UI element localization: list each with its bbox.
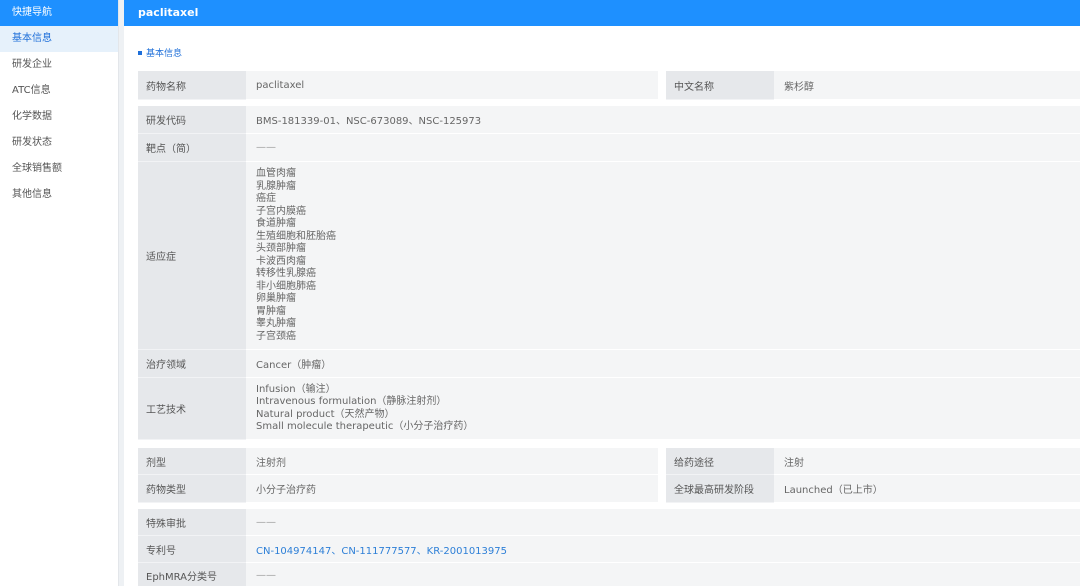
list-item: Natural product（天然产物） [256,408,395,420]
list-item: 转移性乳腺癌 [256,268,316,279]
section-title-text: 基本信息 [146,49,183,59]
patent-label: 专利号 [138,536,246,563]
route-label: 给药途径 [666,448,774,475]
section-title: 基本信息 [138,46,182,59]
indication-label: 适应症 [138,162,246,350]
list-item: Intravenous formulation（静脉注射剂） [256,396,447,407]
phase-label: 全球最高研发阶段 [666,475,774,503]
route-value: 注射 [774,448,1080,475]
sidebar-item-basic-info[interactable]: 基本信息 [0,26,118,52]
table-row: 药物名称 paclitaxel 中文名称 紫杉醇 [138,71,1080,100]
list-item: 卡波西肉瘤 [256,255,306,267]
cn-name-value: 紫杉醇 [774,71,1080,100]
phase-value: Launched（已上市） [774,475,1080,503]
drug-type-value: 小分子治疗药 [246,475,658,503]
list-item: 睾丸肿瘤 [256,318,296,329]
table-row: 研发代码 BMS-181339-01、NSC-673089、NSC-125973 [138,106,1080,134]
sidebar-item-global-sales[interactable]: 全球销售额 [0,156,118,182]
sidebar-item-other-info[interactable]: 其他信息 [0,182,118,208]
tech-label: 工艺技术 [138,378,246,440]
table-row: 适应症 血管肉瘤 乳腺肿瘤 癌症 子宫内膜癌 食道肿瘤 生殖细胞和胚胎癌 头颈部… [138,162,1080,350]
dosage-value: 注射剂 [246,448,658,475]
info-table-details: 研发代码 BMS-181339-01、NSC-673089、NSC-125973… [138,106,1080,440]
sidebar-item-rd-status[interactable]: 研发状态 [0,130,118,156]
list-item: 卵巢肿瘤 [256,293,296,304]
list-item: 胃肿瘤 [256,305,286,317]
special-value: —— [246,509,1080,536]
drug-name-label: 药物名称 [138,71,246,100]
tech-list: Infusion（输注） Intravenous formulation（静脉注… [246,378,1080,440]
list-item: 血管肉瘤 [256,168,296,179]
patent-link[interactable]: CN-104974147、CN-111777577、KR-2001013975 [246,536,1080,563]
indication-list: 血管肉瘤 乳腺肿瘤 癌症 子宫内膜癌 食道肿瘤 生殖细胞和胚胎癌 头颈部肿瘤 卡… [246,162,1080,350]
table-row: 治疗领域 Cancer（肿瘤） [138,350,1080,378]
drug-type-label: 药物类型 [138,475,246,503]
sidebar-header: 快捷导航 [0,0,118,26]
ephmra-value: —— [246,563,1080,586]
table-row: 剂型 注射剂 给药途径 注射 [138,448,1080,475]
table-row: EphMRA分类号 —— [138,563,1080,586]
table-row: 专利号 CN-104974147、CN-111777577、KR-2001013… [138,536,1080,563]
table-row: 工艺技术 Infusion（输注） Intravenous formulatio… [138,378,1080,440]
dev-code-value: BMS-181339-01、NSC-673089、NSC-125973 [246,106,1080,134]
therapy-label: 治疗领域 [138,350,246,378]
list-item: 子宫颈癌 [256,330,296,342]
sidebar-item-atc-info[interactable]: ATC信息 [0,78,118,104]
dosage-label: 剂型 [138,448,246,475]
page-title: paclitaxel [124,0,1080,26]
table-row: 药物类型 小分子治疗药 全球最高研发阶段 Launched（已上市） [138,475,1080,503]
list-item: Small molecule therapeutic（小分子治疗药） [256,421,474,432]
main-panel: paclitaxel 基本信息 药物名称 paclitaxel 中文名称 紫杉醇… [124,0,1080,586]
sidebar-item-rd-company[interactable]: 研发企业 [0,52,118,78]
therapy-value: Cancer（肿瘤） [246,350,1080,378]
table-row: 靶点（简） —— [138,134,1080,162]
info-table-regulatory: 特殊审批 —— 专利号 CN-104974147、CN-111777577、KR… [138,509,1080,586]
info-table-form: 剂型 注射剂 给药途径 注射 药物类型 小分子治疗药 全球最高研发阶段 Laun… [138,448,1080,503]
info-table-names: 药物名称 paclitaxel 中文名称 紫杉醇 [138,71,1080,100]
table-row: 特殊审批 —— [138,509,1080,536]
bullet-square-icon [138,50,142,55]
list-item: 食道肿瘤 [256,218,296,229]
sidebar: 快捷导航 基本信息 研发企业 ATC信息 化学数据 研发状态 全球销售额 其他信… [0,0,119,586]
list-item: 乳腺肿瘤 [256,180,296,192]
ephmra-label: EphMRA分类号 [138,563,246,586]
target-label: 靶点（简） [138,134,246,162]
target-value: —— [246,134,1080,162]
list-item: 头颈部肿瘤 [256,243,306,254]
drug-name-value: paclitaxel [246,71,658,100]
cn-name-label: 中文名称 [666,71,774,100]
list-item: 生殖细胞和胚胎癌 [256,230,336,242]
list-item: 非小细胞肺癌 [256,280,316,292]
sidebar-item-chemical-data[interactable]: 化学数据 [0,104,118,130]
special-label: 特殊审批 [138,509,246,536]
dev-code-label: 研发代码 [138,106,246,134]
list-item: 癌症 [256,193,276,204]
list-item: 子宫内膜癌 [256,205,306,217]
list-item: Infusion（输注） [256,383,336,395]
